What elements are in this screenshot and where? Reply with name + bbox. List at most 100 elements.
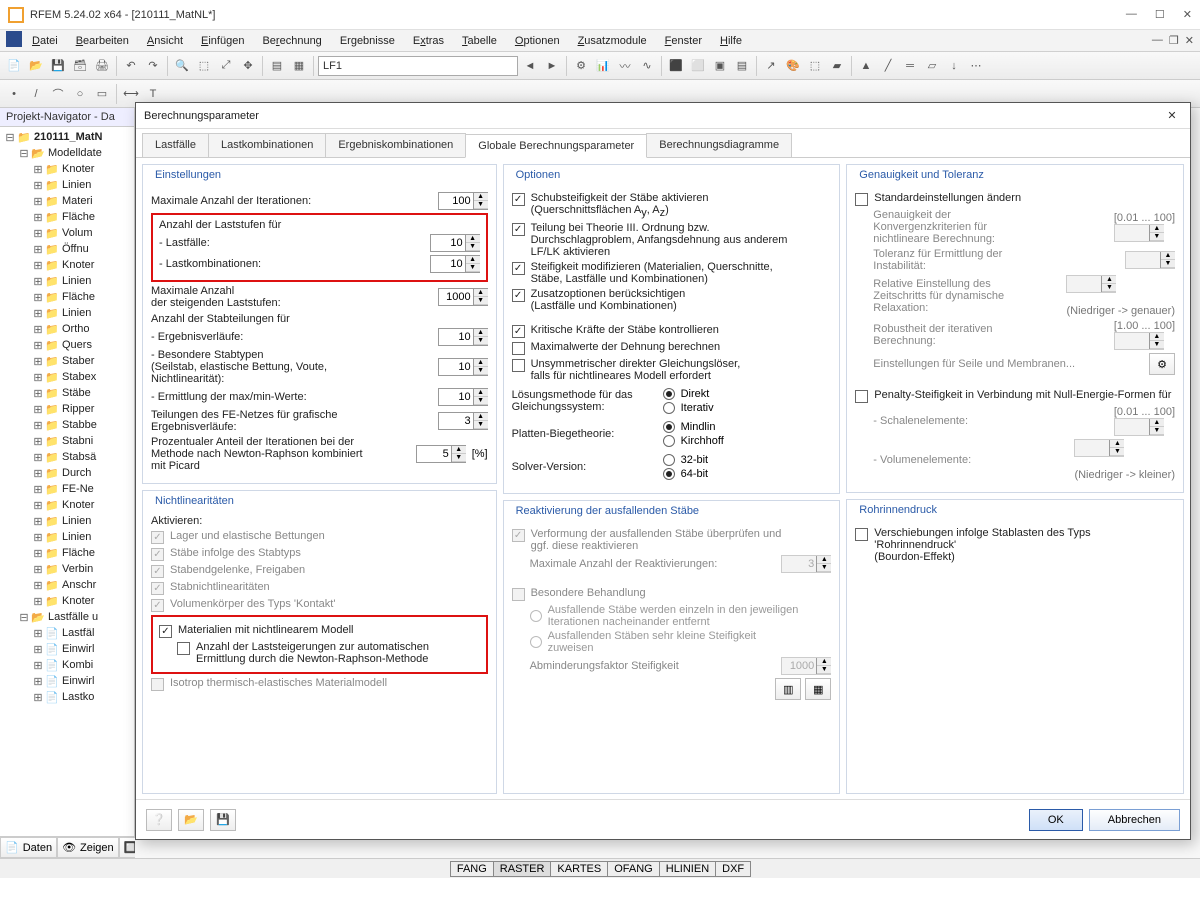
line-icon[interactable]: ╱: [878, 56, 898, 76]
surface-icon[interactable]: ▱: [922, 56, 942, 76]
menu-fenster[interactable]: Fenster: [657, 33, 710, 49]
axis-icon[interactable]: ↗: [761, 56, 781, 76]
ok-button[interactable]: OK: [1029, 809, 1083, 831]
tree-item[interactable]: ⊞📄Einwirl: [2, 641, 132, 657]
max-increasing-steps[interactable]: ▲▼: [438, 288, 488, 306]
solid-icon[interactable]: ▰: [827, 56, 847, 76]
menu-hilfe[interactable]: Hilfe: [712, 33, 750, 49]
close-icon[interactable]: ✕: [1183, 8, 1192, 21]
tree-item[interactable]: ⊞📁Linien: [2, 513, 132, 529]
table-icon[interactable]: ▤: [267, 56, 287, 76]
mdi-min-icon[interactable]: —: [1152, 34, 1163, 47]
mdi-close-icon[interactable]: ✕: [1185, 34, 1194, 47]
rad-plate-kirchhoff[interactable]: [663, 435, 675, 447]
next-icon[interactable]: ►: [542, 56, 562, 76]
tree-item[interactable]: ⊞📁Öffnu: [2, 241, 132, 257]
rad-plate-mindlin[interactable]: [663, 421, 675, 433]
tree-item[interactable]: ⊞📁Fläche: [2, 545, 132, 561]
deform-icon[interactable]: 〰: [615, 56, 635, 76]
calc-icon[interactable]: ⚙: [571, 56, 591, 76]
wire-icon[interactable]: ⬚: [805, 56, 825, 76]
max-iterations[interactable]: ▲▼: [438, 192, 488, 210]
status-hlinien[interactable]: HLINIEN: [659, 861, 716, 877]
prev-icon[interactable]: ◄: [520, 56, 540, 76]
picard-percent[interactable]: ▲▼: [416, 445, 466, 463]
navigator-tree[interactable]: ⊟📁210111_MatN ⊟📂Modelldate ⊞📁Knoter⊞📁Lin…: [0, 127, 134, 836]
tree-item[interactable]: ⊞📄Lastfäl: [2, 625, 132, 641]
tree-item[interactable]: ⊞📁Fläche: [2, 289, 132, 305]
div-maxmin[interactable]: ▲▼: [438, 388, 488, 406]
saveall-icon[interactable]: 🗃: [70, 56, 90, 76]
dialog-close-icon[interactable]: ✕: [1162, 106, 1182, 126]
chk-std-settings[interactable]: [855, 193, 868, 206]
chk-teilung3[interactable]: [512, 223, 525, 236]
chk-crit-forces[interactable]: [512, 325, 525, 338]
tree-item[interactable]: ⊞📁Knoter: [2, 257, 132, 273]
menu-einfuegen[interactable]: Einfügen: [193, 33, 252, 49]
tree-item[interactable]: ⊞📁Anschr: [2, 577, 132, 593]
tree-item[interactable]: ⊞📄Lastko: [2, 689, 132, 705]
menu-berechnung[interactable]: Berechnung: [254, 33, 329, 49]
chk-extra-opt[interactable]: [512, 289, 525, 302]
status-raster[interactable]: RASTER: [493, 861, 552, 877]
tree-item[interactable]: ⊞📁Verbin: [2, 561, 132, 577]
fe-divisions[interactable]: ▲▼: [438, 412, 488, 430]
load-icon[interactable]: 📂: [178, 809, 204, 831]
tree-item[interactable]: ⊞📁Knoter: [2, 497, 132, 513]
react-opt2-icon[interactable]: ▦: [805, 678, 831, 700]
circle-icon[interactable]: ○: [70, 84, 90, 104]
help-icon[interactable]: ❔: [146, 809, 172, 831]
chk-auto-nr[interactable]: [177, 642, 190, 655]
rad-bits-32[interactable]: [663, 454, 675, 466]
chk-penalty[interactable]: [855, 390, 868, 403]
view4-icon[interactable]: ▤: [732, 56, 752, 76]
redo-icon[interactable]: ↷: [143, 56, 163, 76]
menu-extras[interactable]: Extras: [405, 33, 452, 49]
tab-globale[interactable]: Globale Berechnungsparameter: [465, 134, 647, 158]
undo-icon[interactable]: ↶: [121, 56, 141, 76]
tree-item[interactable]: ⊞📁Volum: [2, 225, 132, 241]
arc-icon[interactable]: ⌒: [48, 84, 68, 104]
tree-item[interactable]: ⊞📁Knoter: [2, 161, 132, 177]
loadsteps-cases[interactable]: ▲▼: [430, 234, 480, 252]
chk-stiff-mod[interactable]: [512, 262, 525, 275]
print-icon[interactable]: 🖨: [92, 56, 112, 76]
tree-item[interactable]: ⊞📁Ripper: [2, 401, 132, 417]
moments-icon[interactable]: ∿: [637, 56, 657, 76]
menu-optionen[interactable]: Optionen: [507, 33, 568, 49]
menu-datei[interactable]: Datei: [24, 33, 66, 49]
tree-item[interactable]: ⊞📁Fläche: [2, 209, 132, 225]
tree-item[interactable]: ⊞📁Quers: [2, 337, 132, 353]
div-results[interactable]: ▲▼: [438, 328, 488, 346]
tree-item[interactable]: ⊞📁Stabbe: [2, 417, 132, 433]
tree-item[interactable]: ⊞📁Linien: [2, 273, 132, 289]
cable-settings-icon[interactable]: ⚙: [1149, 353, 1175, 375]
status-ofang[interactable]: OFANG: [607, 861, 660, 877]
results-icon[interactable]: 📊: [593, 56, 613, 76]
tab-lastfaelle[interactable]: Lastfälle: [142, 133, 209, 157]
open-icon[interactable]: 📂: [26, 56, 46, 76]
rad-bits-64[interactable]: [663, 468, 675, 480]
zoomfit-icon[interactable]: ⤢: [216, 56, 236, 76]
loadcase-combo[interactable]: LF1: [318, 56, 518, 76]
pan-icon[interactable]: ✥: [238, 56, 258, 76]
minimize-icon[interactable]: —: [1126, 8, 1137, 21]
save-icon[interactable]: 💾: [48, 56, 68, 76]
node-icon[interactable]: •: [4, 84, 24, 104]
loadsteps-combos[interactable]: ▲▼: [430, 255, 480, 273]
tree-item[interactable]: ⊞📁Materi: [2, 193, 132, 209]
tree-item[interactable]: ⊞📁Knoter: [2, 593, 132, 609]
zoomwin-icon[interactable]: ⬚: [194, 56, 214, 76]
save-settings-icon[interactable]: 💾: [210, 809, 236, 831]
tree-item[interactable]: ⊞📁FE-Ne: [2, 481, 132, 497]
chk-unsym[interactable]: [512, 359, 525, 372]
div-special[interactable]: ▲▼: [438, 358, 488, 376]
grid-icon[interactable]: ▦: [289, 56, 309, 76]
status-kartes[interactable]: KARTES: [550, 861, 608, 877]
tree-item[interactable]: ⊞📁Staber: [2, 353, 132, 369]
view1-icon[interactable]: ⬛: [666, 56, 686, 76]
chk-material-nl[interactable]: [159, 625, 172, 638]
menu-ergebnisse[interactable]: Ergebnisse: [332, 33, 403, 49]
dim-icon[interactable]: ⟷: [121, 84, 141, 104]
text-icon[interactable]: T: [143, 84, 163, 104]
